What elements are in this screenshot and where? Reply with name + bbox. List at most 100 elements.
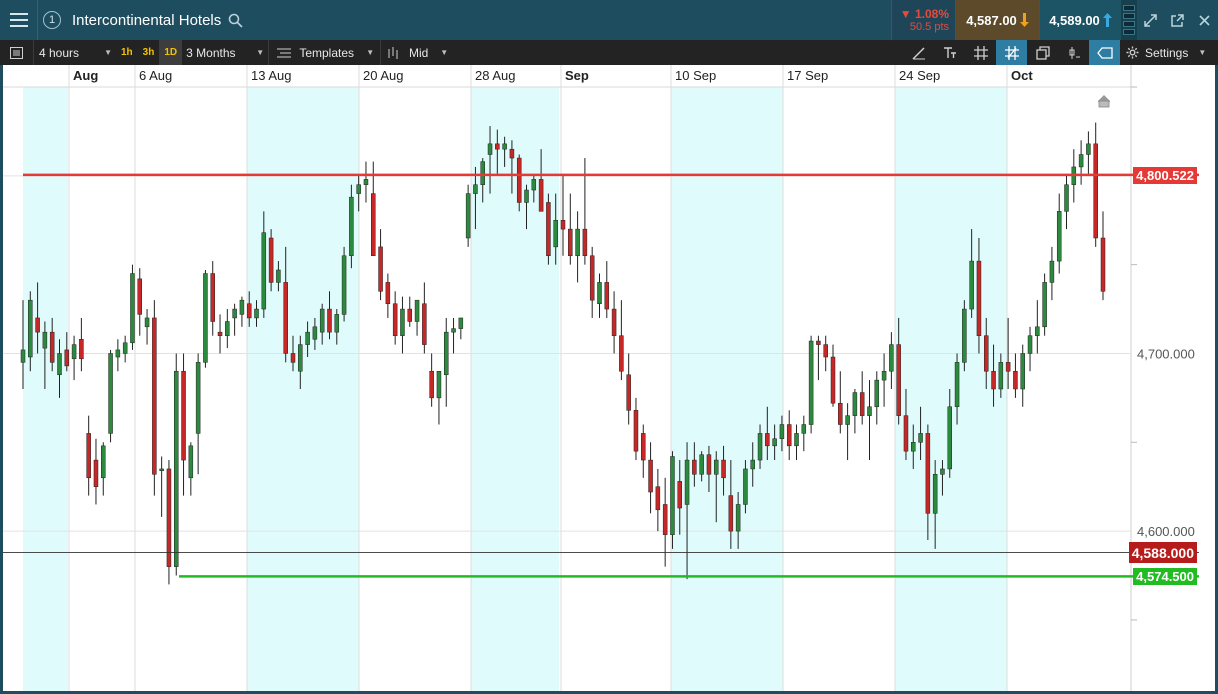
candle <box>1020 344 1025 407</box>
candle-body <box>137 278 143 315</box>
candle-body <box>261 232 267 310</box>
candle-body <box>830 356 836 404</box>
chart-area[interactable]: Aug 6 Aug 13 Aug 20 Aug 28 Aug Sep 10 Sep 17 Se… <box>0 65 1218 694</box>
candle <box>1093 122 1098 247</box>
panel-toggle-button[interactable] <box>0 40 34 65</box>
chart-toolbar: 4 hours ▼ 1h 3h 1D 3 Months ▼ Templates … <box>0 40 1218 65</box>
x-tick-label: 24 Sep <box>899 68 940 83</box>
candle <box>575 211 580 283</box>
candle-body <box>20 349 26 363</box>
candle <box>794 424 799 461</box>
candle-body <box>283 282 288 354</box>
text-tool-button[interactable] <box>934 40 965 65</box>
crosshair-icon <box>1004 45 1019 60</box>
range-select[interactable]: 3 Months ▼ <box>182 40 268 65</box>
quick-interval-1h[interactable]: 1h <box>116 40 138 65</box>
candle <box>786 410 792 461</box>
draw-line-button[interactable] <box>903 40 934 65</box>
candle-body <box>633 410 639 452</box>
candle <box>166 460 172 585</box>
expand-button[interactable] <box>1137 0 1164 40</box>
candle-body <box>699 454 704 475</box>
candle-body <box>655 486 661 511</box>
candle-body <box>538 179 544 212</box>
close-icon <box>1199 14 1210 26</box>
candle-body <box>524 189 529 203</box>
candle <box>152 300 157 496</box>
candle <box>881 353 887 407</box>
candle <box>1086 131 1091 176</box>
candle-body <box>312 326 318 340</box>
candle-body <box>706 454 712 475</box>
candle-body <box>786 424 792 447</box>
candle-body <box>940 468 945 475</box>
bars-icon <box>388 46 398 59</box>
expand-icon <box>1144 13 1157 27</box>
candle-body <box>662 504 668 535</box>
candle-body <box>1005 362 1011 372</box>
candle-body <box>378 246 383 292</box>
candle <box>268 229 274 292</box>
candle-body <box>560 219 566 230</box>
crosshair-button[interactable] <box>996 40 1027 65</box>
popout-button[interactable] <box>1164 0 1191 40</box>
interval-select[interactable]: 4 hours ▼ <box>34 40 116 65</box>
weekend-bands <box>23 87 1007 691</box>
candle-body <box>516 157 522 203</box>
candle-body <box>692 459 697 475</box>
candle-body <box>641 433 646 461</box>
layers-button[interactable] <box>1027 40 1058 65</box>
change-points: 50.5 pts <box>909 21 949 33</box>
candle <box>626 353 631 425</box>
range-value: 3 Months <box>186 45 236 60</box>
candle-body <box>757 433 763 461</box>
candle <box>1027 326 1033 372</box>
candle <box>633 397 639 461</box>
home-icon[interactable] <box>1098 95 1110 108</box>
candle-body <box>1100 237 1106 292</box>
candle-body <box>859 392 865 416</box>
menu-button[interactable] <box>0 0 38 40</box>
candle <box>1049 246 1055 301</box>
candle-body <box>502 143 507 150</box>
sell-price: 4,587.00 <box>966 12 1017 28</box>
candle-body <box>728 495 734 532</box>
window-number-button[interactable]: 1 <box>38 0 66 40</box>
tag-icon <box>1096 46 1113 59</box>
candle <box>225 309 230 349</box>
price-label-button[interactable] <box>1089 40 1120 65</box>
grid-button[interactable] <box>965 40 996 65</box>
quick-interval-1d[interactable]: 1D <box>159 40 183 65</box>
candle-body <box>319 308 325 333</box>
candle-body <box>969 260 974 310</box>
candle-body <box>79 339 84 360</box>
candle <box>130 264 135 350</box>
search-button[interactable] <box>221 0 249 40</box>
candle-body <box>1078 154 1084 168</box>
candle <box>188 442 194 496</box>
depth-indicator[interactable] <box>1121 0 1137 40</box>
quick-interval-3h[interactable]: 3h <box>138 40 160 65</box>
sell-price-button[interactable]: 4,587.00 <box>955 0 1039 40</box>
candle-body <box>1035 326 1040 336</box>
candlestick-chart[interactable]: Aug 6 Aug 13 Aug 20 Aug 28 Aug Sep 10 Sep 17 Se… <box>3 65 1215 691</box>
templates-select[interactable]: Templates ▼ <box>268 40 380 65</box>
candle <box>546 193 551 265</box>
support-price-tag: 4,574.500 <box>1133 568 1197 586</box>
candle <box>363 161 369 203</box>
indicator-button[interactable] <box>1058 40 1089 65</box>
close-button[interactable] <box>1191 0 1218 40</box>
price-type-select[interactable]: Mid ▼ <box>380 40 452 65</box>
grid-icon <box>973 45 988 60</box>
candle-body <box>298 344 303 372</box>
candle <box>203 269 208 368</box>
instrument-name[interactable]: Intercontinental Hotels <box>66 0 221 40</box>
candle <box>962 300 967 372</box>
candle <box>1064 175 1069 230</box>
x-tick-label: 17 Sep <box>787 68 828 83</box>
candle-body <box>210 273 215 322</box>
settings-button[interactable]: Settings ▼ <box>1120 40 1218 65</box>
buy-price-button[interactable]: 4,589.00 <box>1039 0 1121 40</box>
candle-body <box>480 161 485 185</box>
candle-body <box>721 459 726 479</box>
